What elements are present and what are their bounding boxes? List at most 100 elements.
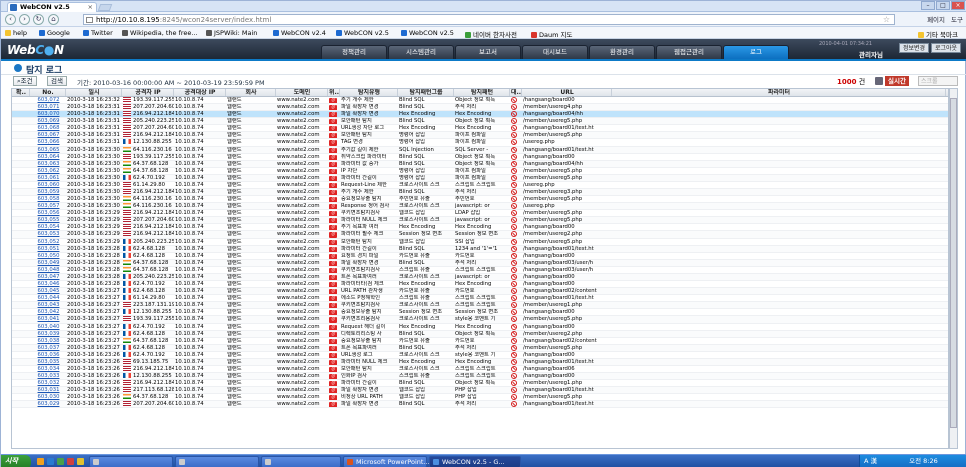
tools-menu[interactable]: 도구	[951, 14, 963, 24]
cell-no[interactable]: 603,068	[30, 125, 66, 131]
table-row[interactable]: 603,044 2010-3-18 16:23:27 61.14.29.80 10.1…	[12, 295, 948, 303]
table-row[interactable]: 603,030 2010-3-18 16:23:26 64.37.68.128 10.…	[12, 394, 948, 402]
cell-no[interactable]: 603,062	[30, 168, 66, 174]
cell-no[interactable]: 603,037	[30, 345, 66, 351]
bookmark-item[interactable]: Daum 지도	[531, 29, 572, 39]
table-row[interactable]: 603,032 2010-3-18 16:23:26 216.94.212.1841…	[12, 380, 948, 388]
quicklaunch-icon[interactable]	[57, 458, 64, 465]
cell-no[interactable]: 603,052	[30, 239, 66, 245]
cell-no[interactable]: 603,051	[30, 246, 66, 252]
taskbar-item[interactable]	[261, 456, 341, 467]
table-row[interactable]: 603,071 2010-3-18 16:23:31 207.207.204.601…	[12, 104, 948, 112]
cell-no[interactable]: 603,061	[30, 175, 66, 181]
cell-no[interactable]: 603,044	[30, 295, 66, 301]
scroll-toggle[interactable]: 스크롤	[918, 76, 958, 86]
col-header-datetime[interactable]: 일시	[66, 89, 122, 96]
col-header-domain[interactable]: 도메인	[276, 89, 328, 96]
cell-no[interactable]: 603,070	[30, 111, 66, 117]
cell-no[interactable]: 603,040	[30, 324, 66, 330]
table-row[interactable]: 603,034 2010-3-18 16:23:26 216.94.212.1841…	[12, 365, 948, 374]
cell-no[interactable]: 603,050	[30, 253, 66, 259]
cell-no[interactable]: 603,030	[30, 394, 66, 400]
reload-icon[interactable]: ↻	[33, 14, 44, 25]
col-header-param[interactable]: 파라미터	[612, 89, 946, 96]
taskbar-powerpoint[interactable]: Microsoft PowerPoint...	[343, 456, 430, 467]
col-header-no[interactable]: No.	[30, 89, 66, 96]
table-row[interactable]: 603,067 2010-3-18 16:23:31 216.94.212.1841…	[12, 132, 948, 140]
table-row[interactable]: 603,042 2010-3-18 16:23:27 12.130.88.255 10…	[12, 309, 948, 317]
table-row[interactable]: 603,053 2010-3-18 16:23:29 216.94.212.1841…	[12, 231, 948, 239]
cell-no[interactable]: 603,048	[30, 267, 66, 273]
table-row[interactable]: 603,049 2010-3-18 16:23:28 64.37.68.128 10.…	[12, 259, 948, 267]
bookmark-item[interactable]: WebCON v2.5	[336, 29, 389, 37]
table-row[interactable]: 603,035 2010-3-18 16:23:26 69.13.185.75 10.…	[12, 358, 948, 366]
table-row[interactable]: 603,046 2010-3-18 16:23:28 62.4.70.192 10.1…	[12, 281, 948, 289]
close-window-icon[interactable]: ×	[951, 1, 965, 10]
cell-no[interactable]: 603,029	[30, 401, 66, 407]
col-header-check[interactable]: 확..	[12, 89, 30, 96]
cell-no[interactable]: 603,065	[30, 147, 66, 153]
cell-no[interactable]: 603,046	[30, 281, 66, 287]
table-row[interactable]: 603,072 2010-3-18 16:23:32 193.39.117.2551…	[12, 97, 948, 105]
table-row[interactable]: 603,052 2010-3-18 16:23:29 205.240.223.255…	[12, 238, 948, 246]
table-row[interactable]: 603,029 2010-3-18 16:23:26 207.207.204.601…	[12, 401, 948, 409]
table-row[interactable]: 603,055 2010-3-18 16:23:29 207.207.204.601…	[12, 217, 948, 225]
table-row[interactable]: 603,059 2010-3-18 16:23:30 216.94.212.1841…	[12, 189, 948, 197]
taskbar-item[interactable]	[175, 456, 259, 467]
table-row[interactable]: 603,048 2010-3-18 16:23:28 64.37.68.128 10.…	[12, 266, 948, 274]
cell-no[interactable]: 603,063	[30, 161, 66, 167]
cell-no[interactable]: 603,034	[30, 366, 66, 372]
close-tab-icon[interactable]: ×	[88, 3, 93, 12]
table-row[interactable]: 603,038 2010-3-18 16:23:27 64.37.68.128 10.…	[12, 337, 948, 345]
quicklaunch-icon[interactable]	[47, 458, 54, 465]
col-header-risk[interactable]: 위..	[328, 89, 340, 96]
cell-no[interactable]: 603,033	[30, 373, 66, 379]
table-row[interactable]: 603,068 2010-3-18 16:23:31 207.207.204.601…	[12, 125, 948, 133]
bookmark-item[interactable]: JSPWiki: Main	[206, 29, 257, 37]
table-row[interactable]: 603,037 2010-3-18 16:23:27 62.4.68.128 10.1…	[12, 344, 948, 352]
taskbar-item[interactable]	[89, 456, 173, 467]
cell-no[interactable]: 603,035	[30, 359, 66, 365]
table-row[interactable]: 603,050 2010-3-18 16:23:28 62.4.68.128 10.1…	[12, 252, 948, 260]
table-row[interactable]: 603,069 2010-3-18 16:23:31 205.240.223.255…	[12, 118, 948, 126]
bookmark-item[interactable]: Twitter	[83, 29, 113, 37]
bookmark-item[interactable]: Wikipedia, the free...	[122, 29, 198, 37]
table-row[interactable]: 603,064 2010-3-18 16:23:30 193.39.117.2551…	[12, 153, 948, 161]
cell-no[interactable]: 603,066	[30, 139, 66, 145]
cell-no[interactable]: 603,043	[30, 302, 66, 308]
table-row[interactable]: 603,056 2010-3-18 16:23:29 216.94.212.1841…	[12, 210, 948, 218]
cell-no[interactable]: 603,038	[30, 338, 66, 344]
address-bar[interactable]: http://10.10.8.195:8245/wcon24server/ind…	[83, 14, 895, 25]
table-row[interactable]: 603,043 2010-3-18 16:23:27 223.187.131.192…	[12, 302, 948, 310]
table-row[interactable]: 603,051 2010-3-18 16:23:28 62.4.68.128 10.1…	[12, 245, 948, 253]
bookmark-item[interactable]: WebCON v2.5	[401, 29, 454, 37]
cell-no[interactable]: 603,057	[30, 203, 66, 209]
search-button[interactable]: 검색	[47, 76, 67, 86]
logout-button[interactable]: 로그아웃	[931, 43, 962, 53]
page-menu[interactable]: 페이지	[927, 14, 945, 24]
cell-no[interactable]: 603,039	[30, 331, 66, 337]
table-row[interactable]: 603,063 2010-3-18 16:23:30 64.37.68.128 10.…	[12, 160, 948, 168]
back-icon[interactable]: ‹	[5, 14, 16, 25]
browser-tab[interactable]: WebCON v2.5 ×	[7, 2, 97, 12]
cell-no[interactable]: 603,042	[30, 309, 66, 315]
quicklaunch-icon[interactable]	[77, 458, 84, 465]
taskbar-webcon[interactable]: WebCON v2.5 - G...	[429, 456, 521, 467]
table-row[interactable]: 603,031 2010-3-18 16:23:26 217.113.68.1281…	[12, 387, 948, 395]
bookmark-item[interactable]: Google	[39, 29, 70, 37]
col-header-url[interactable]: URL	[522, 89, 612, 96]
quicklaunch-icon[interactable]	[67, 458, 74, 465]
cell-no[interactable]: 603,047	[30, 274, 66, 280]
table-row[interactable]: 603,033 2010-3-18 16:23:26 12.130.88.255 10…	[12, 373, 948, 381]
cell-no[interactable]: 603,067	[30, 132, 66, 138]
scrollbar-thumb[interactable]	[950, 98, 957, 428]
cell-no[interactable]: 603,045	[30, 288, 66, 294]
forward-icon[interactable]: ›	[19, 14, 30, 25]
table-row[interactable]: 603,058 2010-3-18 16:23:30 64.116.230.16 10…	[12, 196, 948, 204]
cell-no[interactable]: 603,064	[30, 154, 66, 160]
col-header-detect-type[interactable]: 탐지유형	[340, 89, 398, 96]
cell-no[interactable]: 603,058	[30, 196, 66, 202]
cell-no[interactable]: 603,049	[30, 260, 66, 266]
menu-environment[interactable]: 환경관리	[589, 45, 655, 59]
cell-no[interactable]: 603,071	[30, 104, 66, 110]
